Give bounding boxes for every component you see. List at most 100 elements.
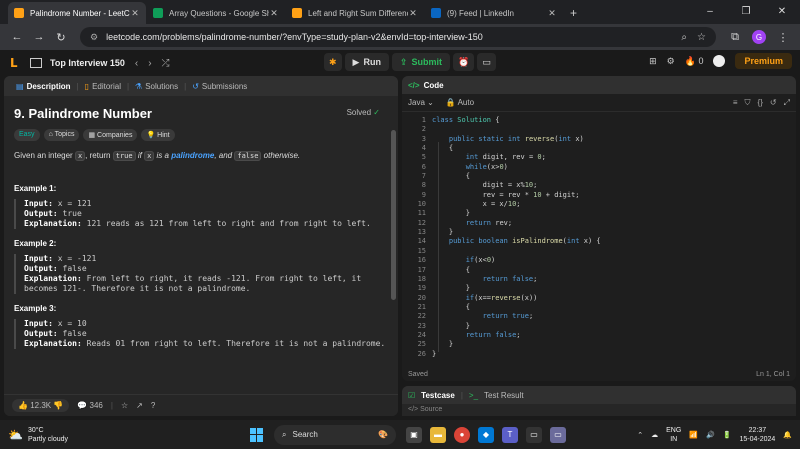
bookmark-icon[interactable]: ⛉ [745, 98, 751, 108]
wifi-icon[interactable]: 📶 [689, 431, 698, 439]
reset-icon[interactable]: ↺ [770, 98, 777, 108]
volume-icon[interactable]: 🔊 [706, 431, 715, 439]
url-input[interactable]: ⚙ leetcode.com/problems/palindrome-numbe… [80, 27, 716, 47]
weather-widget[interactable]: ⛅ 30°C Partly cloudy [0, 426, 190, 444]
onedrive-icon[interactable]: ☁ [651, 431, 658, 439]
settings-gear-icon[interactable]: ⚙ [667, 56, 675, 67]
code-panel: </> Code Java ⌄ 🔒 Auto ≡ ⛉ {} ↺ ⤢ 123456… [402, 76, 796, 381]
close-tab-icon[interactable]: ✕ [130, 8, 140, 19]
battery-icon[interactable]: 🔋 [723, 431, 732, 439]
tab-solutions[interactable]: ⚗ Solutions [129, 82, 184, 91]
code-editor[interactable]: 1 2 3 4 5 6 7 8 9 10 11 12 13 14 15 16 17 18 19 20 21 22 23 24 2… [402, 112, 796, 362]
next-problem-icon[interactable]: › [148, 58, 151, 69]
braces-icon[interactable]: {} [758, 98, 763, 108]
zoom-icon[interactable]: ⌕ [681, 32, 687, 43]
desc-text-4: is a [156, 151, 169, 160]
favorite-star-icon[interactable]: ☆ [121, 401, 128, 410]
premium-button[interactable]: Premium [735, 53, 792, 69]
tab-editorial[interactable]: ▯ Editorial [79, 82, 127, 91]
tab-description[interactable]: ▤ Description [10, 82, 77, 91]
close-tab-icon[interactable]: ✕ [269, 8, 279, 19]
streak-counter[interactable]: 🔥 0 [685, 56, 704, 67]
line-number: 22 [417, 312, 426, 321]
profile-avatar[interactable]: G [752, 30, 766, 44]
problem-list-title[interactable]: Top Interview 150 [50, 58, 125, 68]
close-tab-icon[interactable]: ✕ [547, 8, 557, 19]
mode-label: Auto [457, 98, 475, 107]
user-avatar[interactable] [713, 55, 726, 67]
reload-icon[interactable]: ↻ [50, 31, 72, 44]
site-info-icon[interactable]: ⚙ [90, 32, 98, 43]
description-scrollbar[interactable] [391, 130, 396, 300]
system-tray: ⌃ ☁ ENG IN 📶 🔊 🔋 22:37 15-04-2024 🔔 [637, 426, 800, 444]
forward-icon[interactable]: → [28, 31, 50, 43]
extensions-icon[interactable]: ⧉ [724, 31, 746, 44]
close-window-icon[interactable]: ✕ [764, 0, 800, 24]
bookmark-star-icon[interactable]: ☆ [697, 32, 706, 43]
menu-icon[interactable]: ⋮ [772, 31, 794, 44]
browser-tab[interactable]: Palindrome Number - LeetCode✕ [8, 2, 146, 24]
browser-tab[interactable]: Left and Right Sum Differences ✕ [286, 2, 424, 24]
code-panel-title: Code [423, 80, 444, 90]
close-tab-icon[interactable]: ✕ [408, 8, 418, 19]
browser-tab[interactable]: (9) Feed | LinkedIn ✕ [425, 2, 563, 24]
terminal-app-icon[interactable]: ▭ [526, 426, 542, 443]
run-label: Run [363, 57, 381, 67]
problem-title[interactable]: 9. Palindrome Number [14, 106, 388, 121]
teams-icon[interactable]: T [502, 426, 518, 443]
layout-icon[interactable]: ⊞ [649, 56, 657, 67]
submit-button[interactable]: ⇪ Submit [391, 53, 451, 71]
run-button[interactable]: ▶ Run [344, 53, 389, 71]
windows-start-icon[interactable] [250, 427, 264, 442]
format-icon[interactable]: ≡ [733, 98, 738, 108]
timer-icon[interactable]: ⏰ [453, 53, 475, 71]
debug-icon[interactable]: ✱ [324, 53, 342, 71]
browser-tab[interactable]: Array Questions - Google Sheets✕ [147, 2, 285, 24]
notifications-icon[interactable]: 🔔 [783, 431, 792, 439]
comments-button[interactable]: 💬 346 [77, 401, 103, 410]
restore-icon[interactable]: ❐ [728, 0, 764, 24]
tab-submissions[interactable]: ↺ Submissions [186, 82, 253, 91]
auto-mode-toggle[interactable]: 🔒 Auto [446, 98, 474, 107]
browser-tab-title: (9) Feed | LinkedIn [447, 8, 515, 18]
leetcode-logo-icon[interactable]: ᒪ [10, 56, 24, 70]
shuffle-icon[interactable]: ⤮ [162, 58, 170, 69]
prev-problem-icon[interactable]: ‹ [135, 58, 138, 69]
task-view-icon[interactable]: ▣ [406, 426, 422, 443]
companies-chip[interactable]: ▦ Companies [83, 129, 138, 141]
topics-chip[interactable]: ⌂ Topics [43, 129, 80, 141]
tab-testcase[interactable]: Testcase [421, 391, 455, 400]
browser-tab-title: Palindrome Number - LeetCode [30, 8, 130, 18]
line-number: 17 [417, 265, 426, 274]
share-icon[interactable]: ↗ [136, 401, 143, 410]
fullscreen-icon[interactable]: ⤢ [784, 98, 790, 108]
thumbs-down-icon[interactable]: 👎 [53, 401, 63, 410]
minimize-icon[interactable]: – [692, 0, 728, 24]
language-indicator[interactable]: ENG IN [666, 426, 681, 444]
back-icon[interactable]: ← [6, 31, 28, 43]
tab-test-result[interactable]: Test Result [484, 391, 524, 400]
hint-chip[interactable]: 💡 Hint [141, 129, 175, 141]
language-select[interactable]: Java ⌄ [408, 98, 434, 107]
source-text: Source [420, 406, 443, 413]
notes-icon[interactable]: ▭ [477, 53, 496, 71]
help-icon[interactable]: ? [151, 401, 155, 410]
code-text[interactable]: class Solution { public static int rever… [432, 116, 601, 359]
vscode-icon[interactable]: ◆ [478, 426, 494, 443]
like-button[interactable]: 👍 12.3K 👎 [12, 399, 70, 412]
new-tab-icon[interactable]: + [564, 2, 583, 24]
example-block: Example 1: Input: x = 121 Output: true Expl… [14, 184, 388, 229]
problem-list-icon[interactable] [30, 58, 42, 68]
upload-icon: ⇪ [399, 56, 408, 67]
chrome-icon[interactable]: ● [454, 426, 470, 443]
desc-text-3: if [137, 151, 142, 160]
app-icon[interactable]: ▭ [550, 426, 566, 443]
clock[interactable]: 22:37 15-04-2024 [739, 426, 775, 444]
hint-label: Hint [157, 132, 170, 139]
tab-description-label: Description [26, 81, 71, 91]
tray-chevron-icon[interactable]: ⌃ [637, 431, 643, 439]
desc-text-2: , return [85, 151, 111, 160]
file-explorer-icon[interactable]: ▬ [430, 426, 446, 443]
palindrome-link[interactable]: palindrome [171, 151, 214, 160]
taskbar-search[interactable]: ⌕ Search 🎨 [274, 424, 396, 445]
